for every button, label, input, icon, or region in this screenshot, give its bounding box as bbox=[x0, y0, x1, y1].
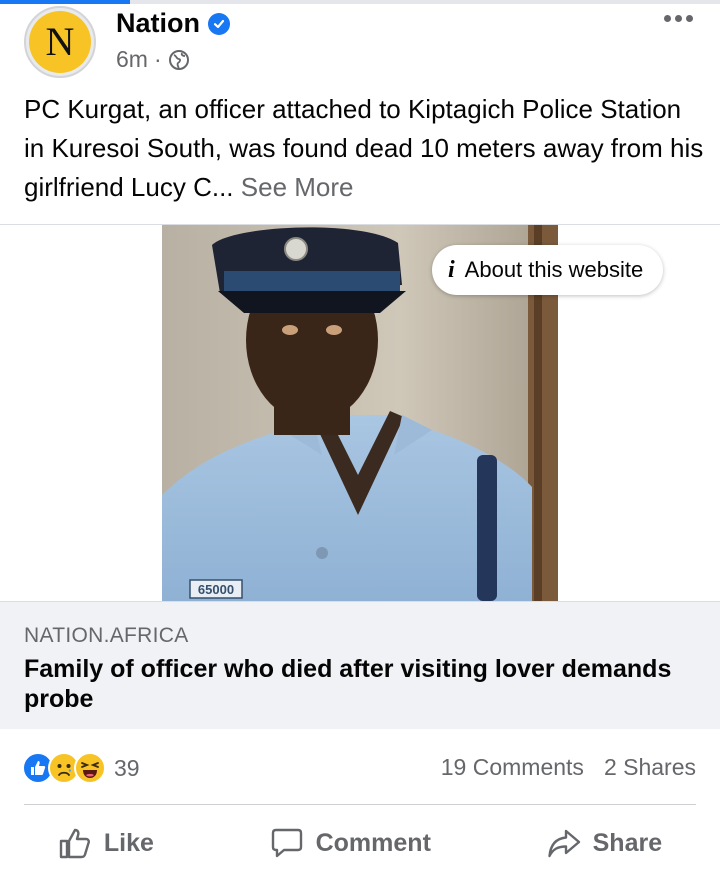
verified-badge-icon bbox=[208, 12, 230, 35]
about-website-label: About this website bbox=[464, 257, 644, 282]
reactions-summary[interactable]: 39 bbox=[22, 752, 140, 784]
shares-count-link[interactable]: 2 Shares bbox=[604, 754, 696, 781]
post-time[interactable]: 6m bbox=[116, 46, 148, 73]
share-button[interactable]: Share bbox=[535, 820, 674, 866]
photo-tag-text: 65000 bbox=[198, 582, 234, 597]
reaction-count: 39 bbox=[114, 754, 140, 781]
comments-shares-summary: 19 Comments 2 Shares bbox=[441, 754, 696, 781]
see-more-link[interactable]: See More bbox=[241, 172, 354, 202]
share-label: Share bbox=[592, 828, 663, 857]
comment-label: Comment bbox=[315, 828, 431, 857]
like-button[interactable]: Like bbox=[46, 820, 166, 866]
link-preview-footer[interactable]: NATION.AFRICA Family of officer who died… bbox=[0, 601, 720, 729]
post-body: PC Kurgat, an officer attached to Kiptag… bbox=[24, 94, 704, 202]
comments-count-link[interactable]: 19 Comments bbox=[441, 754, 584, 781]
link-title[interactable]: Family of officer who died after visitin… bbox=[24, 654, 684, 714]
share-arrow-icon bbox=[547, 826, 581, 860]
link-domain: NATION.AFRICA bbox=[24, 624, 189, 647]
info-icon: i bbox=[448, 256, 455, 283]
link-image-area[interactable]: 65000 i About this website bbox=[0, 225, 720, 601]
haha-reaction-icon bbox=[74, 752, 106, 784]
engagement-stats: 39 19 Comments 2 Shares bbox=[0, 744, 720, 792]
actions-divider bbox=[24, 804, 696, 805]
meta-separator: · bbox=[153, 46, 162, 72]
post-text: PC Kurgat, an officer attached to Kiptag… bbox=[24, 90, 704, 207]
post-header: N Nation 6m · bbox=[0, 4, 720, 84]
post-meta: 6m · bbox=[116, 46, 190, 73]
comment-button[interactable]: Comment bbox=[258, 820, 443, 866]
page-name-row: Nation bbox=[116, 8, 230, 39]
globe-icon bbox=[168, 49, 190, 71]
link-preview-card[interactable]: 65000 i About this website NATION.AFRICA… bbox=[0, 224, 720, 729]
comment-bubble-icon bbox=[270, 826, 304, 860]
page-avatar[interactable]: N bbox=[24, 6, 96, 78]
thumbs-up-icon bbox=[58, 826, 92, 860]
like-label: Like bbox=[103, 828, 154, 857]
about-this-website-button[interactable]: i About this website bbox=[432, 245, 664, 295]
more-options-icon[interactable] bbox=[664, 8, 700, 28]
avatar-letter: N bbox=[29, 11, 91, 73]
page-name[interactable]: Nation bbox=[116, 8, 200, 39]
post-actions-bar: Like Comment Share bbox=[0, 812, 720, 874]
